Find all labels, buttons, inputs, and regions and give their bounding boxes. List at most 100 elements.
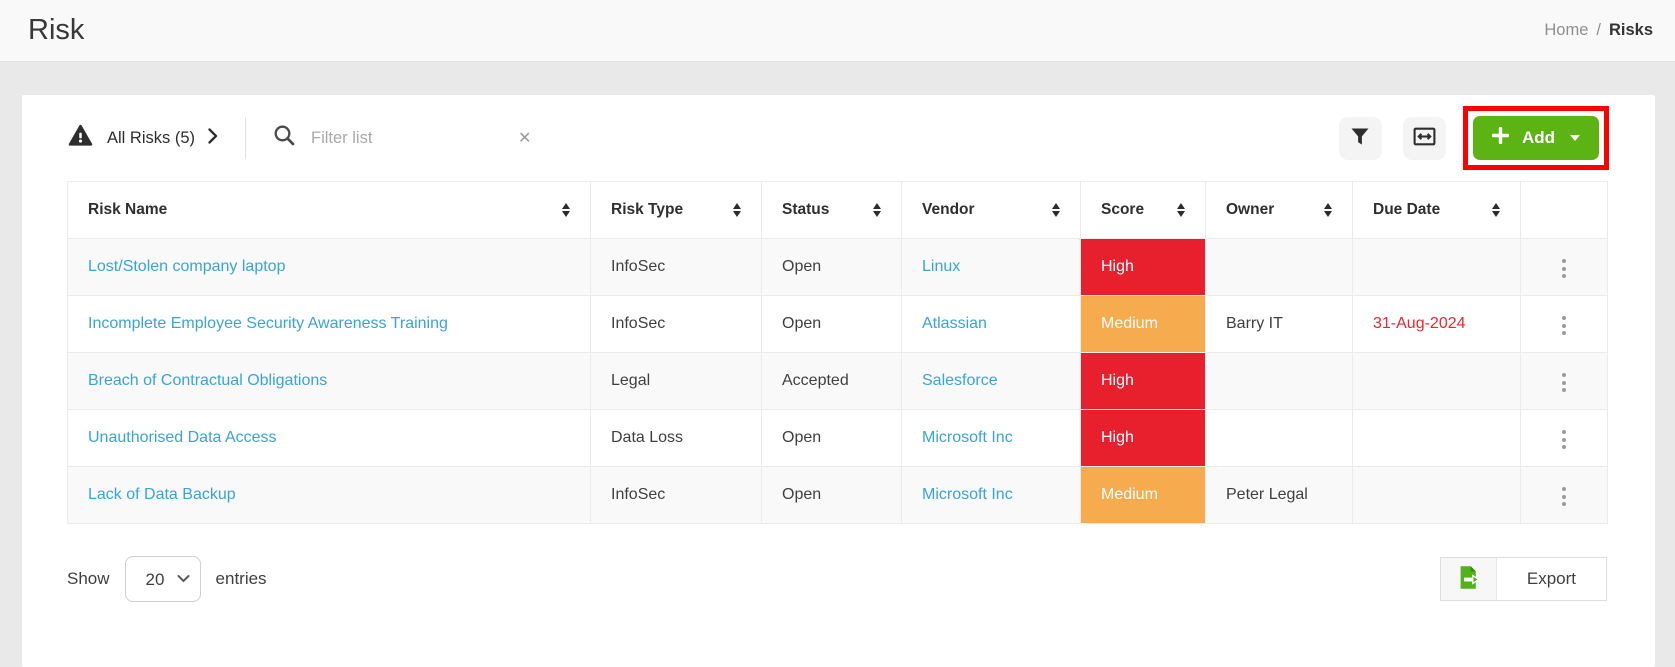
view-selector-label: All Risks (5) (107, 128, 196, 147)
sort-arrows-icon[interactable] (1177, 202, 1185, 218)
risk-type-cell: Data Loss (590, 409, 762, 467)
vendor-cell: Atlassian (901, 295, 1081, 353)
row-actions-cell (1520, 352, 1608, 410)
risk-name-cell: Unauthorised Data Access (67, 409, 591, 467)
owner-cell (1205, 409, 1353, 467)
column-header-label: Risk Name (88, 201, 168, 218)
column-header[interactable]: Risk Name (67, 181, 591, 239)
vendor-cell: Microsoft Inc (901, 466, 1081, 524)
risk-name-cell: Lost/Stolen company laptop (67, 238, 591, 296)
vendor-link[interactable]: Atlassian (922, 315, 987, 332)
vendor-cell: Salesforce (901, 352, 1081, 410)
table-body: Lost/Stolen company laptop InfoSec Open Lin… (67, 238, 1608, 524)
kebab-menu-icon[interactable] (1556, 481, 1572, 512)
column-header-label: Vendor (922, 201, 975, 218)
breadcrumb-separator: / (1596, 21, 1601, 39)
status-cell: Open (761, 466, 902, 524)
column-header (1520, 181, 1608, 239)
score-badge: Medium (1081, 467, 1205, 523)
column-header[interactable]: Due Date (1352, 181, 1521, 239)
row-actions-cell (1520, 466, 1608, 524)
due-date-cell: 31-Aug-2024 (1352, 295, 1521, 353)
risk-type-cell: InfoSec (590, 238, 762, 296)
score-badge: Medium (1081, 296, 1205, 352)
risk-name-link[interactable]: Unauthorised Data Access (88, 429, 277, 446)
column-header[interactable]: Risk Type (590, 181, 762, 239)
table-row: Incomplete Employee Security Awareness T… (67, 295, 1608, 353)
row-actions-cell (1520, 238, 1608, 296)
column-header[interactable]: Owner (1205, 181, 1353, 239)
table-header-row: Risk Name Risk Type Status Vendor Score Owner… (67, 181, 1608, 239)
owner-cell (1205, 238, 1353, 296)
show-label: Show (67, 569, 110, 588)
export-icon-cell (1440, 558, 1497, 600)
column-header-label: Due Date (1373, 201, 1441, 218)
vendor-link[interactable]: Microsoft Inc (922, 429, 1013, 446)
risk-name-link[interactable]: Incomplete Employee Security Awareness T… (88, 315, 448, 332)
warning-triangle-icon (67, 123, 94, 153)
kebab-menu-icon[interactable] (1556, 253, 1572, 284)
due-date-cell (1352, 409, 1521, 467)
score-badge: High (1081, 410, 1205, 466)
filter-funnel-icon (1348, 125, 1372, 152)
score-badge: High (1081, 353, 1205, 409)
status-cell: Open (761, 238, 902, 296)
chevron-right-icon (208, 127, 218, 149)
column-header[interactable]: Score (1080, 181, 1206, 239)
add-button-label: Add (1521, 128, 1555, 147)
risk-name-link[interactable]: Breach of Contractual Obligations (88, 372, 327, 389)
table-row: Breach of Contractual Obligations Legal Ac… (67, 352, 1608, 410)
sort-arrows-icon[interactable] (1492, 202, 1500, 218)
sort-arrows-icon[interactable] (873, 202, 881, 218)
export-button[interactable]: Export (1439, 557, 1607, 601)
table-row: Unauthorised Data Access Data Loss Open Mic… (67, 409, 1608, 467)
add-button-highlight: Add (1462, 106, 1609, 170)
sort-arrows-icon[interactable] (1324, 202, 1332, 218)
column-header-label: Score (1101, 201, 1145, 218)
score-cell: High (1080, 409, 1206, 467)
vendor-cell: Linux (901, 238, 1081, 296)
risk-name-link[interactable]: Lost/Stolen company laptop (88, 258, 285, 275)
vendor-link[interactable]: Linux (922, 258, 960, 275)
score-cell: Medium (1080, 295, 1206, 353)
breadcrumb-home-link[interactable]: Home (1544, 21, 1588, 40)
row-actions-cell (1520, 409, 1608, 467)
score-cell: Medium (1080, 466, 1206, 524)
sort-arrows-icon[interactable] (1052, 202, 1060, 218)
risk-table: Risk Name Risk Type Status Vendor Score Owner… (67, 181, 1608, 524)
vendor-link[interactable]: Microsoft Inc (922, 486, 1013, 503)
score-cell: High (1080, 352, 1206, 410)
score-cell: High (1080, 238, 1206, 296)
sort-arrows-icon[interactable] (562, 202, 570, 218)
caret-down-icon (1570, 135, 1580, 141)
owner-cell (1205, 352, 1353, 410)
view-selector[interactable]: All Risks (5) (67, 123, 218, 153)
sort-arrows-icon[interactable] (733, 202, 741, 218)
add-button[interactable]: Add (1472, 116, 1599, 160)
risk-type-cell: InfoSec (590, 295, 762, 353)
top-bar: Risk Home / Risks (0, 0, 1675, 62)
kebab-menu-icon[interactable] (1556, 310, 1572, 341)
column-header[interactable]: Vendor (901, 181, 1081, 239)
filter-button[interactable] (1338, 116, 1382, 160)
toolbar-divider (245, 117, 247, 159)
risk-name-link[interactable]: Lack of Data Backup (88, 486, 236, 503)
column-width-button[interactable] (1402, 116, 1446, 160)
column-header-label: Risk Type (611, 201, 684, 218)
column-header-label: Status (782, 201, 830, 218)
risk-name-cell: Breach of Contractual Obligations (67, 352, 591, 410)
page-size-select[interactable]: 20 (124, 556, 201, 602)
risk-name-cell: Lack of Data Backup (67, 466, 591, 524)
kebab-menu-icon[interactable] (1556, 367, 1572, 398)
vendor-link[interactable]: Salesforce (922, 372, 998, 389)
column-header[interactable]: Status (761, 181, 902, 239)
due-date-cell (1352, 466, 1521, 524)
risk-type-cell: Legal (590, 352, 762, 410)
page-title: Risk (28, 14, 85, 46)
filter-list-box: ✕ (273, 124, 531, 152)
table-row: Lost/Stolen company laptop InfoSec Open Lin… (67, 238, 1608, 296)
export-button-label: Export (1526, 569, 1576, 588)
kebab-menu-icon[interactable] (1556, 424, 1572, 455)
clear-filter-icon[interactable]: ✕ (518, 128, 531, 148)
filter-list-input[interactable] (311, 128, 502, 148)
